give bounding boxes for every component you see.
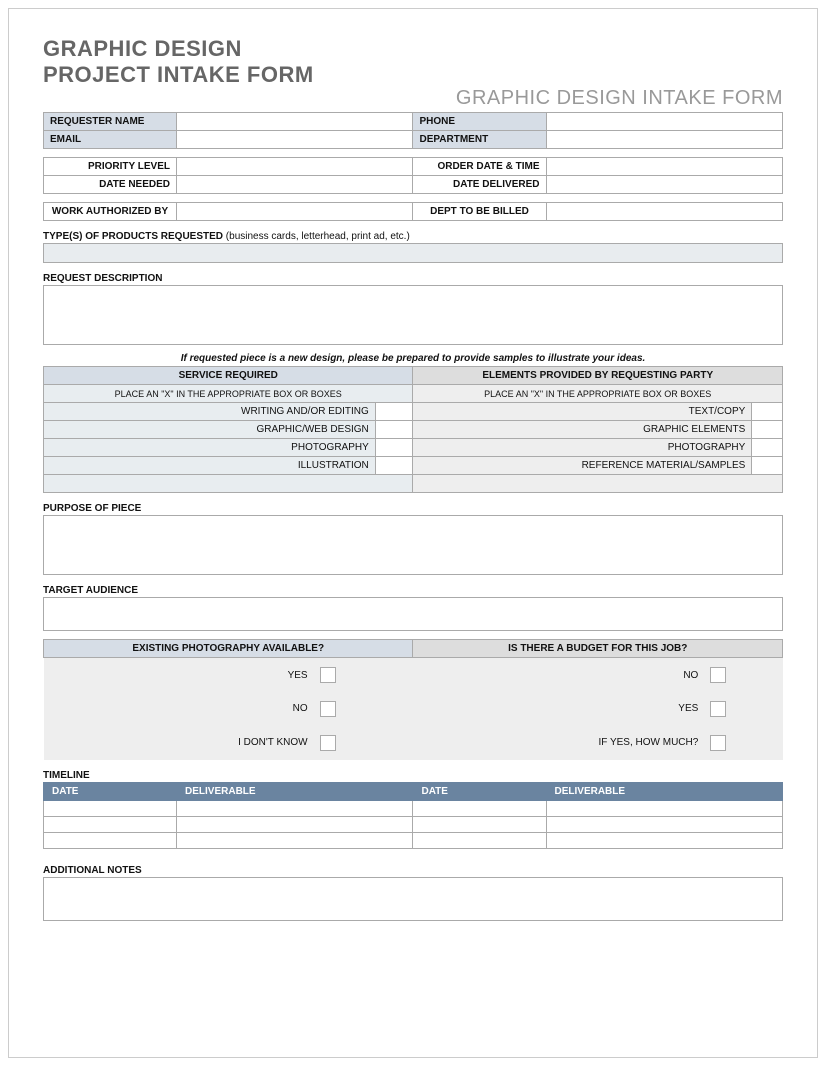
check-svc-left-2[interactable] [375,439,413,457]
page-title-line1: GRAPHIC DESIGN [43,37,783,61]
photo-budget-table: EXISTING PHOTOGRAPHY AVAILABLE? IS THERE… [43,639,783,760]
input-request-description[interactable] [43,285,783,345]
label-order-date: ORDER DATE & TIME [413,158,546,176]
header-service-required: SERVICE REQUIRED [44,367,413,385]
requester-info-table: REQUESTER NAME PHONE EMAIL DEPARTMENT [43,112,783,149]
timeline-table: DATE DELIVERABLE DATE DELIVERABLE [43,782,783,849]
authorization-table: WORK AUTHORIZED BY DEPT TO BE BILLED [43,202,783,221]
label-dept-billed: DEPT TO BE BILLED [413,203,546,221]
tl-r2-c1[interactable] [177,832,413,848]
check-svc-left-0[interactable] [375,403,413,421]
budget-opt-2: IF YES, HOW MUCH? [413,726,704,760]
input-requester-name[interactable] [177,113,413,131]
svc-right-3: REFERENCE MATERIAL/SAMPLES [413,457,752,475]
page-header-right: GRAPHIC DESIGN INTAKE FORM [43,87,783,110]
tl-r0-c2[interactable] [413,800,546,816]
budget-opt-0: NO [413,658,704,692]
tl-r1-c2[interactable] [413,816,546,832]
svc-left-pad [44,475,413,493]
label-priority: PRIORITY LEVEL [44,158,177,176]
label-phone: PHONE [413,113,546,131]
check-svc-left-3[interactable] [375,457,413,475]
input-purpose[interactable] [43,515,783,575]
svc-right-2: PHOTOGRAPHY [413,439,752,457]
tl-r2-c2[interactable] [413,832,546,848]
input-target-audience[interactable] [43,597,783,631]
photo-opt-1: NO [44,692,314,726]
tl-col-2: DATE [413,782,546,800]
check-budget-2[interactable] [710,735,726,751]
page-title-line2: PROJECT INTAKE FORM [43,63,783,87]
label-requester-name: REQUESTER NAME [44,113,177,131]
instruction-left: PLACE AN "X" IN THE APPROPRIATE BOX OR B… [44,385,413,403]
priority-table: PRIORITY LEVEL ORDER DATE & TIME DATE NE… [43,157,783,194]
check-photo-2[interactable] [320,735,336,751]
header-elements-provided: ELEMENTS PROVIDED BY REQUESTING PARTY [413,367,783,385]
tl-r1-c1[interactable] [177,816,413,832]
products-hint: (business cards, letterhead, print ad, e… [226,231,410,242]
label-work-auth: WORK AUTHORIZED BY [44,203,177,221]
tl-r0-c3[interactable] [546,800,783,816]
svc-right-1: GRAPHIC ELEMENTS [413,421,752,439]
input-additional-notes[interactable] [43,877,783,921]
header-budget: IS THERE A BUDGET FOR THIS JOB? [413,640,783,658]
design-note: If requested piece is a new design, plea… [43,353,783,364]
tl-r2-c0[interactable] [44,832,177,848]
form-page: GRAPHIC DESIGN PROJECT INTAKE FORM GRAPH… [8,8,818,1058]
tl-r1-c3[interactable] [546,816,783,832]
tl-col-3: DELIVERABLE [546,782,783,800]
tl-r1-c0[interactable] [44,816,177,832]
input-dept-billed[interactable] [546,203,783,221]
check-svc-right-2[interactable] [752,439,783,457]
tl-col-0: DATE [44,782,177,800]
input-priority[interactable] [177,158,413,176]
check-budget-0[interactable] [710,667,726,683]
photo-opt-0: YES [44,658,314,692]
header-existing-photo: EXISTING PHOTOGRAPHY AVAILABLE? [44,640,413,658]
label-additional-notes: ADDITIONAL NOTES [43,865,783,876]
label-date-needed: DATE NEEDED [44,176,177,194]
budget-opt-1: YES [413,692,704,726]
check-svc-left-1[interactable] [375,421,413,439]
instruction-right: PLACE AN "X" IN THE APPROPRIATE BOX OR B… [413,385,783,403]
service-elements-table: SERVICE REQUIRED ELEMENTS PROVIDED BY RE… [43,366,783,493]
label-email: EMAIL [44,131,177,149]
check-svc-right-0[interactable] [752,403,783,421]
label-products-requested: TYPE(S) OF PRODUCTS REQUESTED (business … [43,231,783,242]
input-products-requested[interactable] [43,243,783,263]
check-photo-0[interactable] [320,667,336,683]
check-svc-right-1[interactable] [752,421,783,439]
input-work-auth[interactable] [177,203,413,221]
check-budget-1[interactable] [710,701,726,717]
check-svc-right-3[interactable] [752,457,783,475]
tl-r0-c1[interactable] [177,800,413,816]
input-date-needed[interactable] [177,176,413,194]
label-target-audience: TARGET AUDIENCE [43,585,783,596]
tl-r0-c0[interactable] [44,800,177,816]
products-label-text: TYPE(S) OF PRODUCTS REQUESTED [43,231,223,242]
label-purpose: PURPOSE OF PIECE [43,503,783,514]
input-order-date[interactable] [546,158,783,176]
svc-left-2: PHOTOGRAPHY [44,439,376,457]
check-photo-1[interactable] [320,701,336,717]
label-date-delivered: DATE DELIVERED [413,176,546,194]
input-department[interactable] [546,131,783,149]
photo-opt-2: I DON'T KNOW [44,726,314,760]
svc-right-0: TEXT/COPY [413,403,752,421]
label-timeline: TIMELINE [43,770,783,781]
svc-left-3: ILLUSTRATION [44,457,376,475]
label-department: DEPARTMENT [413,131,546,149]
svc-left-0: WRITING AND/OR EDITING [44,403,376,421]
input-phone[interactable] [546,113,783,131]
svc-right-pad [413,475,783,493]
input-date-delivered[interactable] [546,176,783,194]
tl-col-1: DELIVERABLE [177,782,413,800]
tl-r2-c3[interactable] [546,832,783,848]
input-email[interactable] [177,131,413,149]
svc-left-1: GRAPHIC/WEB DESIGN [44,421,376,439]
label-request-description: REQUEST DESCRIPTION [43,273,783,284]
